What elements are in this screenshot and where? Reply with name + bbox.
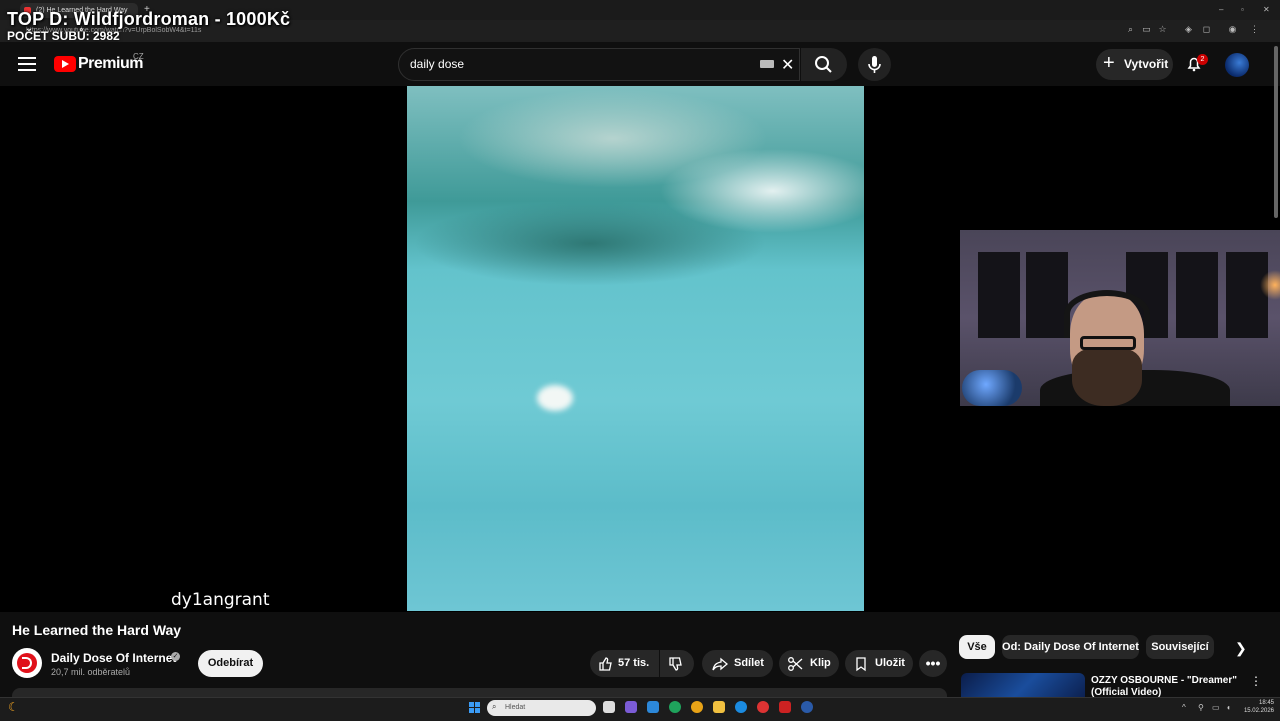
taskbar-search-icon: ⌕	[492, 702, 497, 711]
task-view-icon[interactable]	[603, 701, 615, 713]
minimize-icon[interactable]: –	[1219, 5, 1223, 14]
verified-icon: ✓	[171, 652, 180, 661]
dislike-icon	[669, 657, 682, 671]
taskbar	[0, 697, 1280, 721]
profile-icon[interactable]: ◉	[1228, 25, 1237, 34]
browser-menu-icon[interactable]: ⋮	[1250, 25, 1259, 34]
app-icon[interactable]	[735, 701, 747, 713]
save-label: Uložit	[875, 657, 905, 669]
clip-button[interactable]: Klip	[779, 650, 839, 677]
account-avatar[interactable]	[1225, 53, 1249, 77]
chip-all[interactable]: Vše	[959, 635, 995, 659]
webcam-overlay	[960, 230, 1280, 406]
video-subject	[537, 385, 573, 411]
puzzle-icon[interactable]: ◻	[1202, 25, 1211, 34]
like-icon	[599, 657, 612, 671]
app-icon[interactable]	[647, 701, 659, 713]
taskbar-clock[interactable]: 18:45 15.02.2026	[1240, 699, 1274, 715]
share-icon	[712, 657, 728, 671]
maximize-icon[interactable]: ▫	[1241, 5, 1244, 14]
more-icon[interactable]: •••	[919, 650, 947, 677]
recommendation-menu-icon[interactable]: ⋮	[1250, 674, 1262, 688]
tray-chevron-icon[interactable]: ^	[1182, 703, 1186, 712]
chevron-right-icon[interactable]: ❯	[1235, 640, 1247, 657]
clock-date: 15.02.2026	[1243, 708, 1274, 714]
weather-moon-icon[interactable]: ☾	[8, 700, 19, 714]
search-icon	[815, 56, 832, 73]
chip-from-channel[interactable]: Od: Daily Dose Of Internet	[1002, 635, 1139, 659]
chip-related[interactable]: Související	[1146, 635, 1214, 659]
save-button[interactable]: Uložit	[845, 650, 913, 677]
plus-icon: +	[1103, 52, 1115, 74]
youtube-logo-icon[interactable]	[54, 56, 76, 72]
search-input[interactable]	[410, 57, 730, 71]
taskbar-search[interactable]: Hledat	[487, 700, 596, 716]
edge-icon[interactable]	[669, 701, 681, 713]
like-button[interactable]: 57 tis.	[590, 650, 659, 677]
app-icon[interactable]	[625, 701, 637, 713]
keyboard-icon[interactable]	[760, 60, 774, 68]
overlay-sub-count: POČET SUBŮ: 2982	[7, 29, 120, 43]
menu-icon[interactable]	[18, 57, 36, 71]
file-explorer-icon[interactable]	[713, 701, 725, 713]
tray-app-icon[interactable]: ⚲	[1198, 703, 1204, 712]
video-title: He Learned the Hard Way	[12, 622, 182, 638]
region-code: CZ	[133, 52, 144, 61]
video-frame[interactable]	[407, 86, 864, 611]
video-watermark: dy1angrant	[171, 590, 270, 610]
share-button[interactable]: Sdílet	[702, 650, 773, 677]
app-icon[interactable]	[757, 701, 769, 713]
channel-name[interactable]: Daily Dose Of Internet	[51, 651, 176, 665]
steam-icon[interactable]	[801, 701, 813, 713]
volume-icon[interactable]: ◖	[1226, 703, 1231, 712]
network-icon[interactable]: ▭	[1212, 703, 1220, 712]
clip-label: Klip	[810, 657, 831, 669]
notification-badge: 2	[1197, 54, 1208, 65]
dislike-button[interactable]	[660, 650, 694, 677]
clip-icon	[788, 657, 803, 671]
chrome-icon[interactable]	[691, 701, 703, 713]
cast-icon[interactable]: ▭	[1142, 25, 1151, 34]
clock-time: 18:45	[1258, 700, 1274, 706]
clear-icon[interactable]: ✕	[781, 55, 794, 75]
page-scrollbar[interactable]	[1274, 46, 1278, 218]
close-window-icon[interactable]: ✕	[1263, 5, 1270, 14]
search-button[interactable]	[801, 48, 847, 81]
like-count: 57 tis.	[618, 657, 650, 669]
bookmark-star-icon[interactable]: ☆	[1158, 25, 1167, 34]
app-icon[interactable]	[779, 701, 791, 713]
channel-avatar[interactable]	[12, 648, 42, 678]
save-icon	[856, 657, 866, 672]
subscriber-count: 20,7 mil. odběratelů	[51, 667, 131, 677]
share-label: Sdílet	[734, 657, 764, 669]
recommendation-title[interactable]: OZZY OSBOURNE - "Dreamer" (Official Vide…	[1091, 675, 1241, 697]
extension-icon[interactable]: ◈	[1184, 25, 1193, 34]
voice-search-button[interactable]	[858, 48, 891, 81]
zoom-icon[interactable]: ⌕	[1126, 25, 1135, 34]
mic-icon	[868, 56, 881, 73]
subscribe-button[interactable]: Odebírat	[198, 650, 263, 677]
windows-start-icon[interactable]	[469, 702, 481, 714]
overlay-top-donation: TOP D: Wildfjordroman - 1000Kč	[7, 9, 291, 29]
